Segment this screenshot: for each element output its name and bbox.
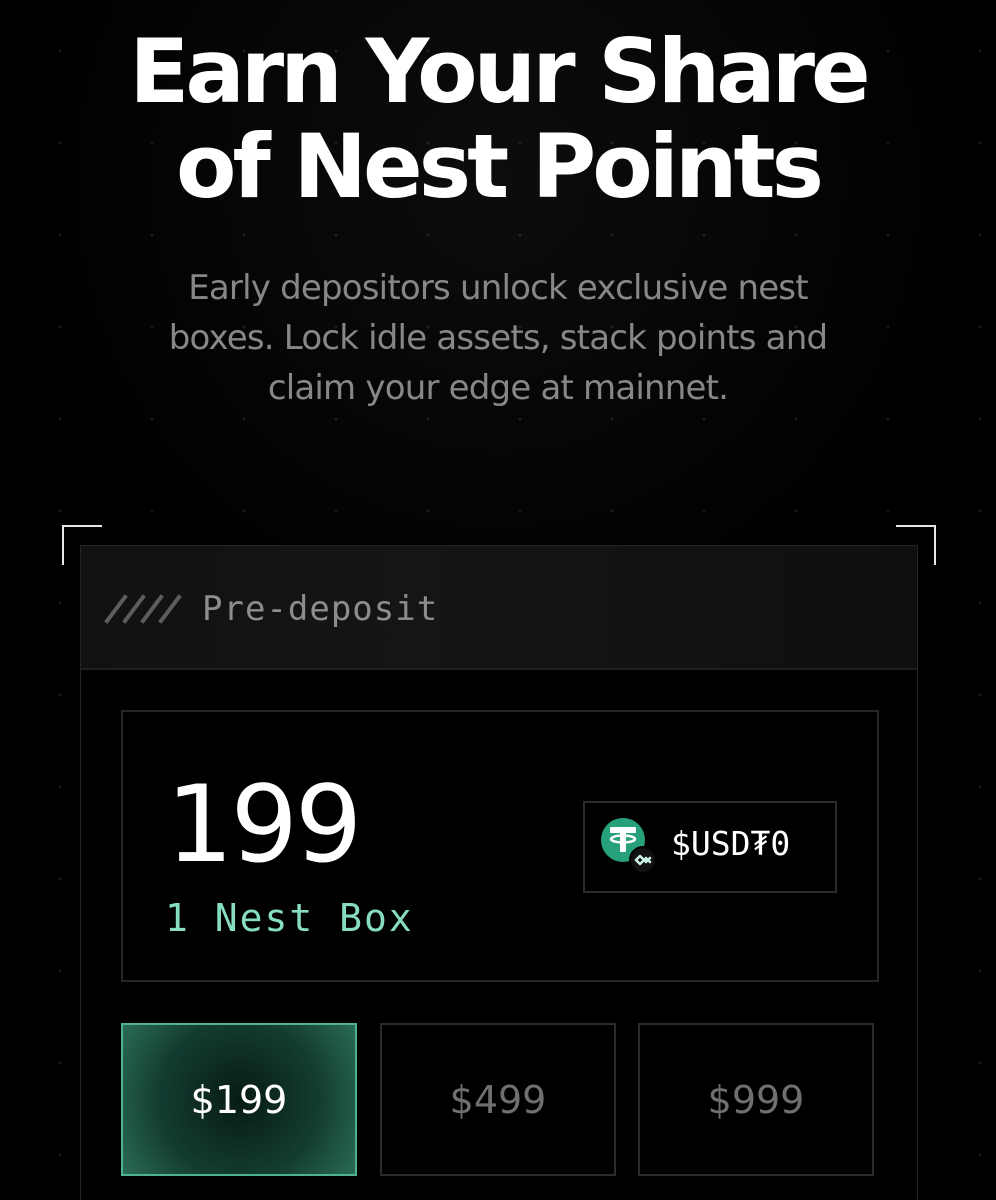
amount-option-499[interactable]: $499 bbox=[380, 1023, 616, 1176]
deposit-amount-value: 199 bbox=[166, 763, 362, 886]
page: Earn Your Share of Nest Points Early dep… bbox=[0, 0, 996, 1200]
page-subtitle-line-2: boxes. Lock idle assets, stack points an… bbox=[168, 318, 828, 358]
tether-token-icon bbox=[601, 818, 657, 874]
page-title: Earn Your Share of Nest Points bbox=[68, 24, 928, 214]
token-symbol: $USD₮0 bbox=[671, 824, 791, 863]
page-subtitle-line-3: claim your edge at mainnet. bbox=[267, 368, 729, 408]
page-subtitle: Early depositors unlock exclusive nest b… bbox=[118, 263, 878, 413]
pre-deposit-panel: Pre-deposit 199 1 Nest Box $USD₮0 $199 $… bbox=[80, 545, 918, 1200]
nest-box-count: 1 Nest Box bbox=[165, 896, 414, 940]
page-subtitle-line-1: Early depositors unlock exclusive nest bbox=[188, 268, 808, 308]
token-selector[interactable]: $USD₮0 bbox=[583, 801, 837, 893]
hero-section: Earn Your Share of Nest Points Early dep… bbox=[0, 24, 996, 413]
panel-header: Pre-deposit bbox=[81, 546, 917, 670]
page-title-line-1: Earn Your Share bbox=[129, 20, 870, 123]
page-title-line-2: of Nest Points bbox=[175, 115, 824, 218]
amount-option-199[interactable]: $199 bbox=[121, 1023, 357, 1176]
deposit-amount-card: 199 1 Nest Box $USD₮0 bbox=[121, 710, 879, 982]
slashes-icon bbox=[104, 594, 182, 624]
amount-option-999[interactable]: $999 bbox=[638, 1023, 874, 1176]
panel-title: Pre-deposit bbox=[202, 589, 439, 629]
